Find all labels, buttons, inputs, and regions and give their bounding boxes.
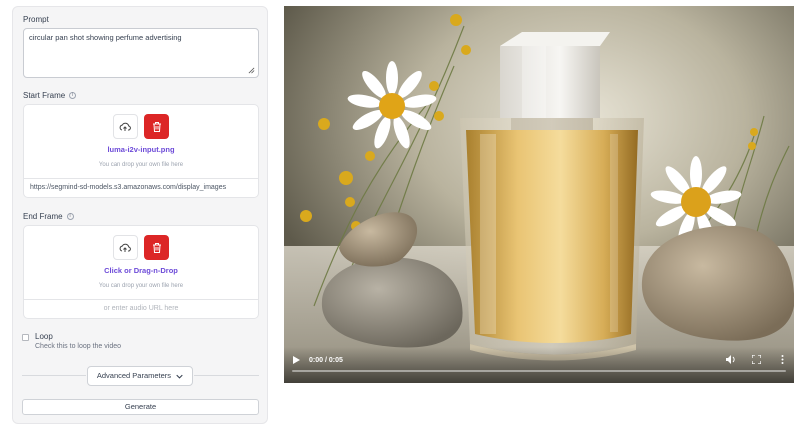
end-frame-hint: You can drop your own file here bbox=[98, 283, 184, 289]
start-frame-delete-button[interactable] bbox=[144, 114, 170, 139]
video-player[interactable]: 0:00 / 0:05 bbox=[284, 6, 794, 383]
play-icon[interactable] bbox=[293, 356, 300, 364]
loop-checkbox[interactable] bbox=[22, 334, 29, 341]
start-frame-label: Start Frame i bbox=[23, 91, 77, 100]
resize-handle-icon[interactable] bbox=[248, 67, 255, 74]
loop-description: Check this to loop the video bbox=[35, 343, 121, 350]
upload-icon bbox=[119, 122, 132, 131]
prompt-textarea[interactable]: circular pan shot showing perfume advert… bbox=[23, 28, 259, 78]
start-frame-upload-button[interactable] bbox=[112, 114, 138, 139]
advanced-parameters-button[interactable]: Advanced Parameters bbox=[87, 366, 193, 386]
fullscreen-icon[interactable] bbox=[752, 355, 761, 364]
advanced-parameters-label: Advanced Parameters bbox=[96, 371, 172, 380]
end-frame-upload-button[interactable] bbox=[112, 235, 138, 260]
video-progress-bar[interactable] bbox=[292, 370, 786, 372]
video-time: 0:00 / 0:05 bbox=[309, 357, 343, 364]
start-frame-dropzone[interactable]: luma-i2v-input.png You can drop your own… bbox=[23, 104, 259, 198]
start-frame-file-name[interactable]: luma-i2v-input.png bbox=[24, 145, 258, 154]
start-frame-actions bbox=[24, 114, 258, 140]
end-frame-label: End Frame i bbox=[23, 212, 74, 221]
prompt-text: circular pan shot showing perfume advert… bbox=[29, 33, 182, 42]
start-frame-hint: You can drop your own file here bbox=[98, 162, 184, 168]
chevron-down-icon bbox=[176, 374, 183, 379]
volume-icon[interactable] bbox=[726, 355, 736, 364]
stone-bottom-left bbox=[321, 257, 463, 348]
form-panel: Prompt circular pan shot showing perfume… bbox=[12, 6, 268, 424]
upload-icon bbox=[119, 243, 132, 252]
trash-icon bbox=[152, 242, 161, 253]
divider-right bbox=[194, 375, 259, 376]
trash-icon bbox=[152, 121, 161, 132]
end-frame-actions bbox=[24, 235, 258, 261]
video-controls: 0:00 / 0:05 bbox=[284, 347, 794, 383]
end-frame-url-input[interactable]: or enter audio URL here bbox=[24, 299, 258, 318]
info-icon[interactable]: i bbox=[69, 92, 77, 100]
prompt-label: Prompt bbox=[23, 15, 49, 24]
generate-button[interactable]: Generate bbox=[22, 399, 259, 415]
end-frame-delete-button[interactable] bbox=[144, 235, 170, 260]
start-frame-url-input[interactable]: https://segmind-sd-models.s3.amazonaws.c… bbox=[24, 178, 258, 197]
end-frame-file-name[interactable]: Click or Drag-n-Drop bbox=[24, 266, 258, 275]
video-frame-perfume-image bbox=[284, 6, 794, 383]
loop-label: Loop bbox=[35, 332, 53, 341]
divider-left bbox=[22, 375, 86, 376]
info-icon[interactable]: i bbox=[66, 213, 74, 221]
end-frame-dropzone[interactable]: Click or Drag-n-Drop You can drop your o… bbox=[23, 225, 259, 319]
more-vertical-icon[interactable] bbox=[781, 355, 784, 364]
stone-right bbox=[641, 225, 794, 341]
